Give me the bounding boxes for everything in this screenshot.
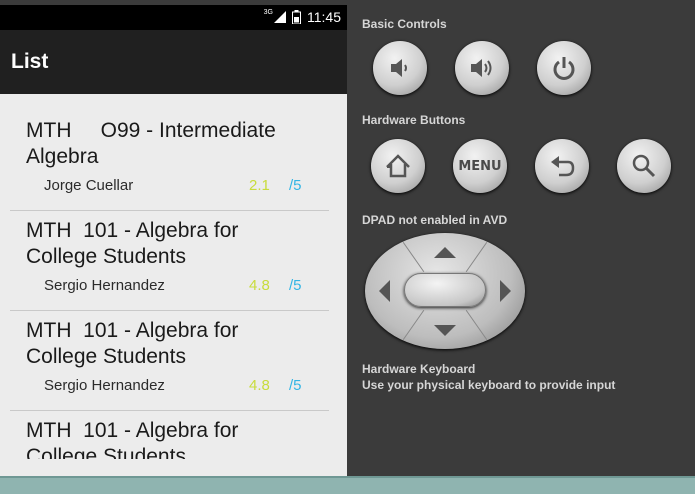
volume-up-icon <box>471 59 492 77</box>
course-name: MTH O99 - Intermediate Algebra <box>26 119 276 168</box>
rating-value: 4.8 <box>249 277 270 294</box>
dpad-heading: DPAD not enabled in AVD <box>362 213 508 227</box>
course-list[interactable]: MTH O99 - Intermediate Algebra Jorge Cue… <box>0 94 347 459</box>
signal-icon <box>274 11 286 23</box>
dpad-center-button[interactable] <box>404 273 486 307</box>
page-title: List <box>11 50 49 73</box>
rating-max: /5 <box>289 177 302 194</box>
dpad-right-button[interactable] <box>500 280 511 302</box>
teacher-name: Sergio Hernandez <box>44 277 165 294</box>
divider <box>10 210 329 211</box>
menu-label: MENU <box>458 158 502 174</box>
course-name: MTH 101 - Algebra for College Students <box>26 219 239 268</box>
menu-button[interactable]: MENU <box>453 139 507 193</box>
dpad-left-button[interactable] <box>379 280 390 302</box>
rating-max: /5 <box>289 377 302 394</box>
dpad-down-button[interactable] <box>434 325 456 336</box>
home-button[interactable] <box>371 139 425 193</box>
rating-value: 2.1 <box>249 177 270 194</box>
window-bottom-border <box>0 476 695 494</box>
basic-controls-heading: Basic Controls <box>362 17 447 31</box>
rating-max: /5 <box>289 277 302 294</box>
teacher-name: Jorge Cuellar <box>44 177 134 194</box>
back-icon <box>551 156 575 177</box>
status-bar: 3G 11:45 <box>0 5 347 30</box>
volume-down-button[interactable] <box>373 41 427 95</box>
hardware-buttons-heading: Hardware Buttons <box>362 113 466 127</box>
emulator-control-panel: Basic Controls Hardware Buttons MENU DPA… <box>347 5 695 476</box>
search-icon <box>632 154 656 178</box>
hardware-keyboard-heading: Hardware Keyboard <box>362 362 476 376</box>
power-button[interactable] <box>537 41 591 95</box>
action-bar: List <box>0 30 347 94</box>
divider <box>10 310 329 311</box>
course-name: MTH 101 - Algebra for College Students <box>26 319 239 368</box>
status-icons: 3G 11:45 <box>263 8 341 26</box>
network-type: 3G <box>263 8 273 16</box>
clock: 11:45 <box>307 9 341 25</box>
volume-down-icon <box>391 59 407 77</box>
battery-icon <box>292 10 301 24</box>
dpad-up-button[interactable] <box>434 247 456 258</box>
back-button[interactable] <box>535 139 589 193</box>
rating-value: 4.8 <box>249 377 270 394</box>
emulator-screen: 3G 11:45 List MTH O99 - Intermediate Alg… <box>0 5 347 476</box>
search-button[interactable] <box>617 139 671 193</box>
hardware-keyboard-description: Use your physical keyboard to provide in… <box>362 378 616 392</box>
teacher-name: Sergio Hernandez <box>44 377 165 394</box>
dpad <box>365 233 525 349</box>
divider <box>10 410 329 411</box>
course-name: MTH 101 - Algebra for College Students <box>26 419 239 459</box>
home-icon <box>386 154 410 178</box>
volume-up-button[interactable] <box>455 41 509 95</box>
power-icon <box>553 57 575 80</box>
